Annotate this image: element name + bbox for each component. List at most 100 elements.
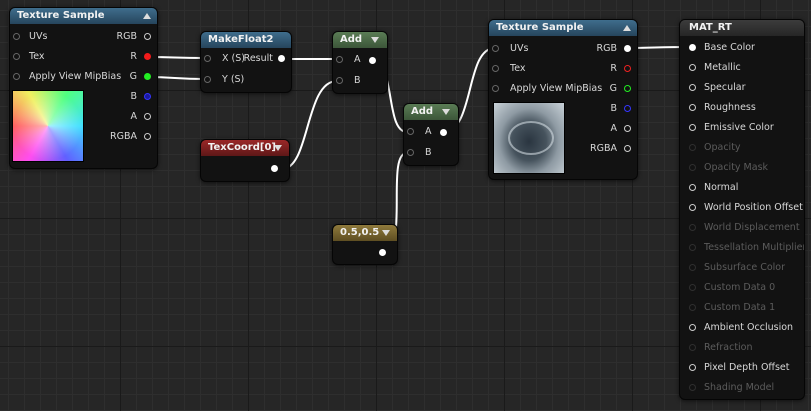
input-pin (689, 384, 696, 391)
input-pin (689, 344, 696, 351)
input-pin (689, 144, 696, 151)
input-label: Base Color (704, 42, 755, 53)
input-pin-tex[interactable] (492, 65, 499, 72)
material-input-roughness[interactable]: Roughness (689, 101, 756, 115)
output-pin-r[interactable] (624, 65, 631, 72)
node-header[interactable]: 0.5,0.5 (333, 225, 397, 241)
material-input-pixel-depth-offset[interactable]: Pixel Depth Offset (689, 361, 790, 375)
output-pin-g[interactable] (144, 73, 151, 80)
input-label-tex: Tex (510, 63, 526, 74)
node-header[interactable]: Texture Sample (10, 8, 157, 24)
output-pin-a[interactable] (624, 125, 631, 132)
material-input-emissive-color[interactable]: Emissive Color (689, 121, 774, 135)
node-header[interactable]: Add (333, 32, 387, 48)
output-pin[interactable] (440, 129, 447, 136)
input-pin-uvs[interactable] (492, 45, 499, 52)
input-label-y: Y (S) (222, 74, 245, 85)
input-pin[interactable] (689, 364, 696, 371)
input-label-mipbias: Apply View MipBias (29, 71, 122, 82)
input-label: Custom Data 1 (704, 302, 776, 313)
output-pin[interactable] (271, 165, 278, 172)
input-label: Emissive Color (704, 122, 774, 133)
node-title: Texture Sample (496, 22, 584, 33)
add-node-1[interactable]: Add A B (332, 31, 388, 94)
collapse-arrow-icon[interactable] (442, 109, 450, 115)
output-label-rgb: RGB (596, 43, 617, 54)
input-pin[interactable] (689, 184, 696, 191)
node-header[interactable]: TexCoord[0] (201, 140, 289, 156)
collapse-arrow-icon[interactable] (623, 25, 631, 31)
texcoord-node[interactable]: TexCoord[0] (200, 139, 290, 182)
input-label-uvs: UVs (510, 43, 529, 54)
material-input-ambient-occlusion[interactable]: Ambient Occlusion (689, 321, 793, 335)
material-input-custom-data-1: Custom Data 1 (689, 301, 775, 315)
node-header[interactable]: Add (404, 104, 458, 120)
input-pin-uvs[interactable] (13, 33, 20, 40)
input-pin-mipbias[interactable] (492, 85, 499, 92)
input-label: Opacity (704, 142, 741, 153)
input-pin-y[interactable] (204, 76, 211, 83)
output-pin-rgb[interactable] (144, 33, 151, 40)
output-pin[interactable] (379, 249, 386, 256)
output-pin-b[interactable] (624, 105, 631, 112)
input-pin-b[interactable] (336, 77, 343, 84)
output-pin[interactable] (369, 57, 376, 64)
material-input-world-displacement: World Displacement (689, 221, 800, 235)
material-input-metallic[interactable]: Metallic (689, 61, 741, 75)
input-pin (689, 224, 696, 231)
output-pin-r[interactable] (144, 53, 151, 60)
collapse-arrow-icon[interactable] (382, 230, 390, 236)
output-pin-a[interactable] (144, 113, 151, 120)
preview-highlight (508, 121, 554, 155)
output-pin-g[interactable] (624, 85, 631, 92)
material-input-specular[interactable]: Specular (689, 81, 746, 95)
node-title: MAT_RT (689, 22, 732, 33)
collapse-arrow-icon[interactable] (274, 145, 282, 151)
material-input-custom-data-0: Custom Data 0 (689, 281, 775, 295)
material-input-world-position-offset[interactable]: World Position Offset (689, 201, 803, 215)
output-label-r: R (610, 63, 617, 74)
input-pin[interactable] (689, 64, 696, 71)
material-input-base-color[interactable]: Base Color (689, 41, 755, 55)
constant2vector-node[interactable]: 0.5,0.5 (332, 224, 398, 265)
output-pin-rgb[interactable] (624, 45, 631, 52)
material-input-normal[interactable]: Normal (689, 181, 738, 195)
input-label-x: X (S) (222, 53, 245, 64)
output-pin-rgba[interactable] (624, 145, 631, 152)
input-pin-a[interactable] (407, 128, 414, 135)
output-pin-rgba[interactable] (144, 133, 151, 140)
input-pin (689, 244, 696, 251)
input-pin (689, 264, 696, 271)
node-header[interactable]: Texture Sample (489, 20, 637, 36)
material-input-refraction: Refraction (689, 341, 753, 355)
output-label-rgba: RGBA (590, 143, 617, 154)
node-title: Add (411, 106, 434, 117)
input-pin (689, 304, 696, 311)
node-header[interactable]: MAT_RT (680, 20, 804, 36)
input-pin-b[interactable] (407, 149, 414, 156)
input-pin[interactable] (689, 124, 696, 131)
input-pin-tex[interactable] (13, 53, 20, 60)
texture-sample-node-1[interactable]: Texture Sample UVs Tex Apply View MipBia… (9, 7, 158, 169)
input-pin[interactable] (689, 44, 696, 51)
output-pin-result[interactable] (278, 55, 285, 62)
input-pin[interactable] (689, 104, 696, 111)
makefloat2-node[interactable]: MakeFloat2 X (S) Y (S) Result (200, 31, 292, 93)
node-header[interactable]: MakeFloat2 (201, 32, 291, 48)
input-pin-x[interactable] (204, 55, 211, 62)
collapse-arrow-icon[interactable] (371, 37, 379, 43)
input-label: World Position Offset (704, 202, 803, 213)
input-pin[interactable] (689, 204, 696, 211)
texture-sample-node-2[interactable]: Texture Sample UVs Tex Apply View MipBia… (488, 19, 638, 180)
output-pin-b[interactable] (144, 93, 151, 100)
input-pin-mipbias[interactable] (13, 73, 20, 80)
material-result-node[interactable]: MAT_RT Base Color Metallic Specular Roughne… (679, 19, 805, 400)
output-label-a: A (610, 123, 618, 134)
collapse-arrow-icon[interactable] (143, 13, 151, 19)
add-node-2[interactable]: Add A B (403, 103, 459, 166)
input-pin[interactable] (689, 84, 696, 91)
input-pin[interactable] (689, 324, 696, 331)
input-label-uvs: UVs (29, 31, 48, 42)
input-pin-a[interactable] (336, 56, 343, 63)
input-pin (689, 164, 696, 171)
